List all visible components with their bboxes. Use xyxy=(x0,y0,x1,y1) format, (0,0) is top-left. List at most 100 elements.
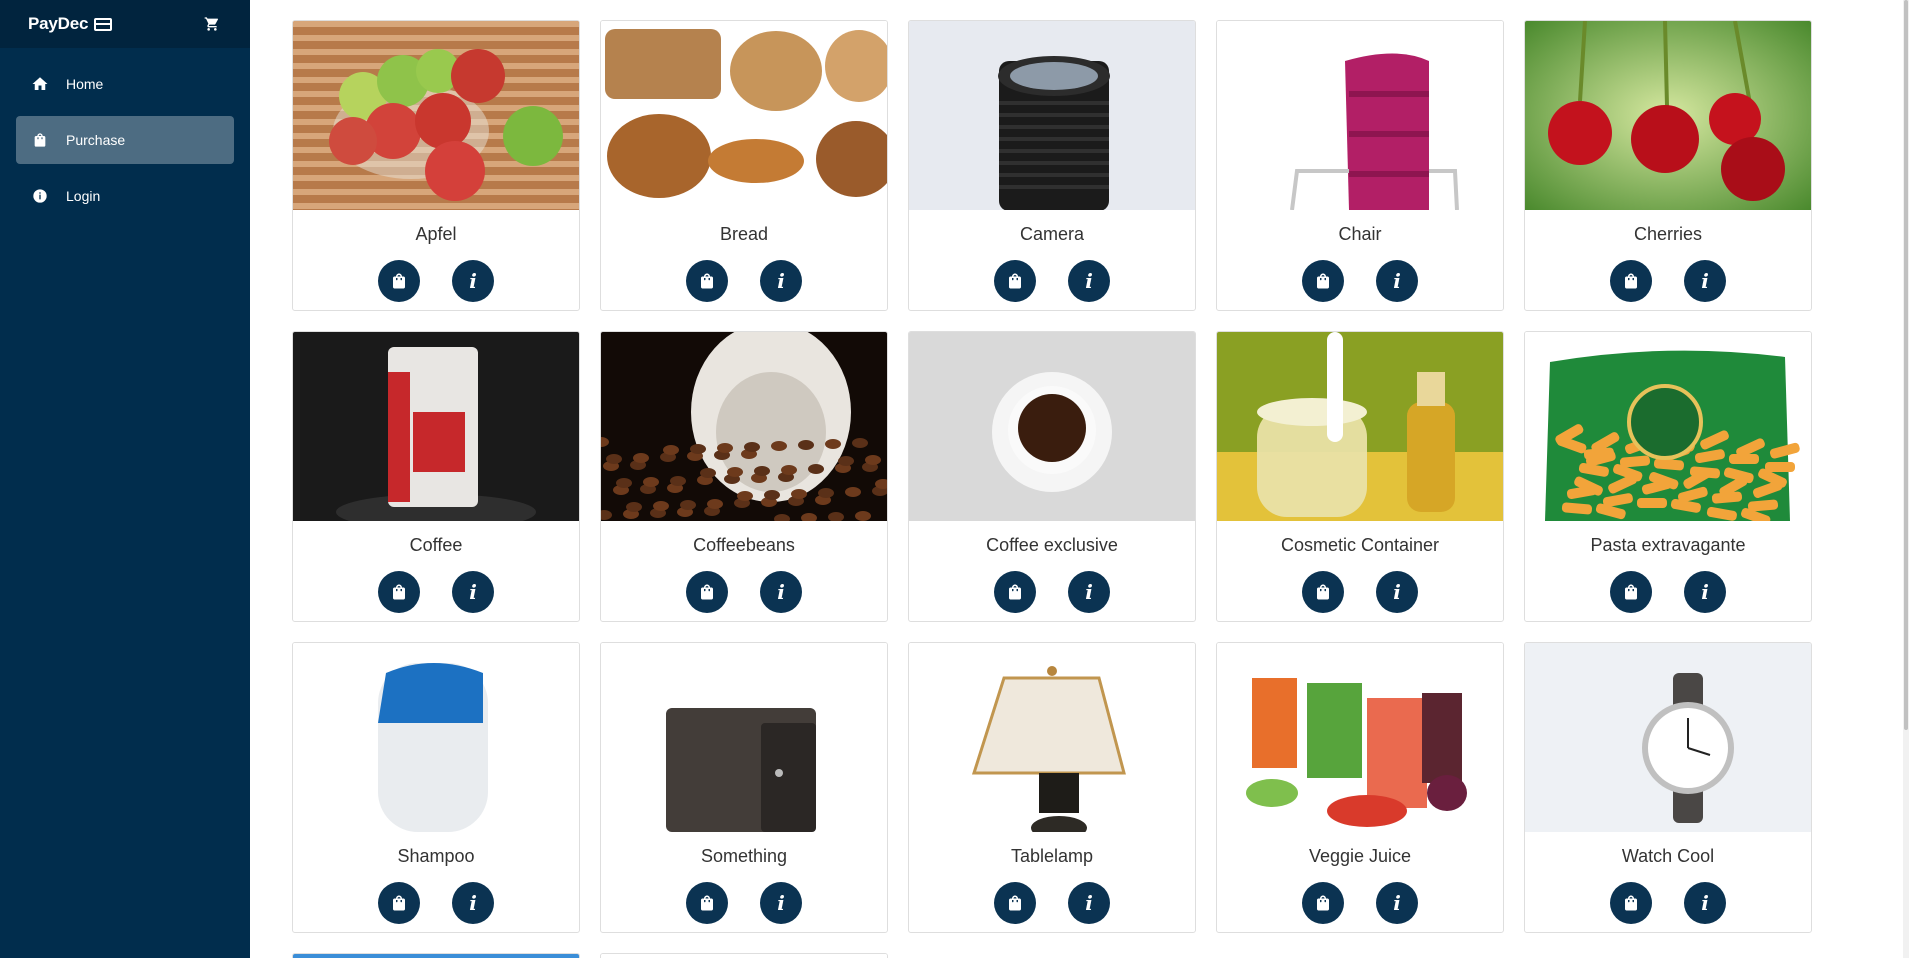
add-to-cart-button[interactable] xyxy=(686,260,728,302)
scrollbar-thumb[interactable] xyxy=(1904,0,1908,730)
product-info-button[interactable]: i xyxy=(1376,260,1418,302)
product-info-button[interactable]: i xyxy=(1684,260,1726,302)
product-info-button[interactable]: i xyxy=(1068,571,1110,613)
add-to-cart-button[interactable] xyxy=(686,882,728,924)
product-info-button[interactable]: i xyxy=(760,260,802,302)
product-actions: i xyxy=(909,260,1195,302)
product-name: Cherries xyxy=(1633,224,1703,244)
product-image[interactable] xyxy=(601,643,887,832)
product-info-button[interactable]: i xyxy=(1684,571,1726,613)
product-card-partial[interactable] xyxy=(600,953,888,958)
product-image[interactable] xyxy=(909,332,1195,521)
product-card[interactable]: Something i xyxy=(600,642,888,933)
product-card[interactable]: Pasta extravagante i xyxy=(1524,331,1812,622)
product-actions: i xyxy=(293,260,579,302)
cart-icon[interactable] xyxy=(202,14,222,34)
product-card[interactable]: Tablelamp i xyxy=(908,642,1196,933)
add-to-cart-button[interactable] xyxy=(378,882,420,924)
add-to-cart-button[interactable] xyxy=(378,571,420,613)
info-icon: i xyxy=(469,269,477,293)
product-area: Apfel i Bread i Camera i Chair i Cherries i Coffee… xyxy=(250,0,1909,958)
info-icon: i xyxy=(777,891,785,915)
product-image[interactable] xyxy=(601,21,887,210)
product-actions: i xyxy=(1217,882,1503,924)
sidebar-item-purchase[interactable]: Purchase xyxy=(16,116,234,164)
product-actions: i xyxy=(1525,571,1811,613)
sidebar-item-home[interactable]: Home xyxy=(16,60,234,108)
product-info-button[interactable]: i xyxy=(1068,260,1110,302)
scrollbar[interactable] xyxy=(1903,0,1909,958)
shopping-bag-icon xyxy=(390,272,408,290)
product-actions: i xyxy=(601,571,887,613)
product-info-button[interactable]: i xyxy=(452,882,494,924)
product-card[interactable]: Camera i xyxy=(908,20,1196,311)
product-card[interactable]: Shampoo i xyxy=(292,642,580,933)
add-to-cart-button[interactable] xyxy=(994,260,1036,302)
add-to-cart-button[interactable] xyxy=(994,882,1036,924)
product-actions: i xyxy=(1217,571,1503,613)
product-card[interactable]: Cherries i xyxy=(1524,20,1812,311)
product-info-button[interactable]: i xyxy=(1068,882,1110,924)
product-image[interactable] xyxy=(1217,332,1503,521)
product-name: Apfel xyxy=(415,224,457,244)
product-info-button[interactable]: i xyxy=(452,571,494,613)
app-root: PayDec Home Purchase Login Apfel i Bread i Cam… xyxy=(0,0,1909,958)
product-actions: i xyxy=(293,882,579,924)
shopping-bag-icon xyxy=(1622,894,1640,912)
product-card[interactable]: Coffeebeans i xyxy=(600,331,888,622)
sidebar-item-label: Purchase xyxy=(66,132,126,148)
add-to-cart-button[interactable] xyxy=(686,571,728,613)
add-to-cart-button[interactable] xyxy=(378,260,420,302)
product-name: Coffee xyxy=(409,535,463,555)
product-card[interactable]: Bread i xyxy=(600,20,888,311)
product-image[interactable] xyxy=(293,332,579,521)
add-to-cart-button[interactable] xyxy=(994,571,1036,613)
product-image[interactable] xyxy=(293,21,579,210)
product-image[interactable] xyxy=(1217,21,1503,210)
info-icon: i xyxy=(1085,580,1093,604)
sidebar-item-login[interactable]: Login xyxy=(16,172,234,220)
info-icon: i xyxy=(777,580,785,604)
product-info-button[interactable]: i xyxy=(760,571,802,613)
add-to-cart-button[interactable] xyxy=(1610,571,1652,613)
shopping-bag-icon xyxy=(698,894,716,912)
product-info-button[interactable]: i xyxy=(1376,571,1418,613)
product-actions: i xyxy=(1217,260,1503,302)
product-card[interactable]: Chair i xyxy=(1216,20,1504,311)
product-card[interactable]: Watch Cool i xyxy=(1524,642,1812,933)
add-to-cart-button[interactable] xyxy=(1610,882,1652,924)
product-image[interactable] xyxy=(1217,643,1503,832)
product-name: Veggie Juice xyxy=(1308,846,1412,866)
add-to-cart-button[interactable] xyxy=(1610,260,1652,302)
product-card[interactable]: Coffee exclusive i xyxy=(908,331,1196,622)
credit-card-icon xyxy=(94,17,113,31)
add-to-cart-button[interactable] xyxy=(1302,882,1344,924)
info-icon: i xyxy=(469,580,477,604)
shopping-bag-icon xyxy=(390,894,408,912)
sidebar: PayDec Home Purchase Login xyxy=(0,0,250,958)
product-card[interactable]: Veggie Juice i xyxy=(1216,642,1504,933)
product-actions: i xyxy=(293,571,579,613)
product-image[interactable] xyxy=(1525,21,1811,210)
product-info-button[interactable]: i xyxy=(1376,882,1418,924)
product-image[interactable] xyxy=(1525,643,1811,832)
product-name: Something xyxy=(700,846,788,866)
product-info-button[interactable]: i xyxy=(452,260,494,302)
product-card[interactable]: Apfel i xyxy=(292,20,580,311)
product-info-button[interactable]: i xyxy=(760,882,802,924)
product-name: Bread xyxy=(719,224,769,244)
product-image[interactable] xyxy=(909,643,1195,832)
product-info-button[interactable]: i xyxy=(1684,882,1726,924)
add-to-cart-button[interactable] xyxy=(1302,260,1344,302)
product-image[interactable] xyxy=(601,332,887,521)
product-name: Camera xyxy=(1019,224,1085,244)
product-image[interactable] xyxy=(909,21,1195,210)
add-to-cart-button[interactable] xyxy=(1302,571,1344,613)
product-card[interactable]: Coffee i xyxy=(292,331,580,622)
product-card-partial[interactable] xyxy=(292,953,580,958)
product-card[interactable]: Cosmetic Container i xyxy=(1216,331,1504,622)
brand-name: PayDec xyxy=(28,14,89,33)
product-image[interactable] xyxy=(1525,332,1811,521)
brand-logo[interactable]: PayDec xyxy=(28,14,113,34)
product-image[interactable] xyxy=(293,643,579,832)
